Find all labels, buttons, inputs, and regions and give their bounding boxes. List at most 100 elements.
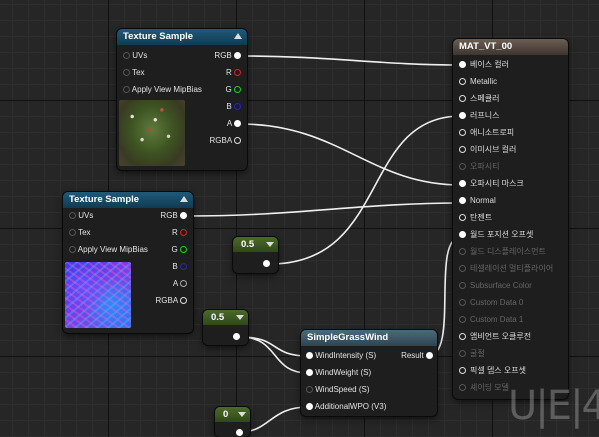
pin-icon[interactable] [180,229,187,237]
pin-mipbias[interactable]: Apply View MipBias [123,83,202,97]
pin-wind-intensity[interactable]: WindIntensity (S) [306,349,376,363]
pin-icon[interactable] [459,95,466,103]
pin-icon[interactable] [306,403,313,411]
collapse-arrow-icon[interactable] [234,33,242,39]
pin-icon[interactable] [426,352,433,360]
pin-icon[interactable] [459,350,466,358]
pin-icon[interactable] [459,78,466,86]
material-pin[interactable]: 월드 포지션 오프셋 [459,227,533,243]
pin-icon[interactable] [459,367,466,375]
pin-uvs[interactable]: UVs [123,49,147,63]
constant-node-3[interactable]: 0 [215,407,250,437]
node-title[interactable]: MAT_VT_00 [453,39,568,55]
pin-icon[interactable] [234,103,241,111]
pin-icon[interactable] [459,146,466,154]
pin-icon[interactable] [69,212,76,220]
pin-icon[interactable] [459,299,466,307]
material-pin[interactable]: 월드 디스플레이스먼트 [459,244,546,260]
pin-icon[interactable] [234,86,241,94]
constant-node-1[interactable]: 0.5 [233,237,278,273]
pin-icon[interactable] [459,384,466,392]
pin-icon[interactable] [123,69,130,77]
material-pin[interactable]: Subsurface Color [459,278,532,294]
pin-icon[interactable] [306,369,313,377]
pin-wind-speed[interactable]: WindSpeed (S) [306,383,369,397]
pin-icon[interactable] [459,248,466,256]
pin-out-a[interactable]: A [173,277,187,291]
pin-icon[interactable] [180,280,187,288]
material-pin[interactable]: 앰비언트 오클루전 [459,329,531,345]
material-pin[interactable]: 스페큘러 [459,91,499,107]
pin-out-rgb[interactable]: RGB [160,209,187,223]
node-title[interactable]: Texture Sample [117,29,247,45]
pin-out-rgba[interactable]: RGBA [156,294,187,308]
pin-mipbias[interactable]: Apply View MipBias [69,243,148,257]
material-pin[interactable]: Metallic [459,74,497,90]
pin-icon[interactable] [306,386,313,394]
pin-icon[interactable] [180,246,187,254]
pin-icon[interactable] [234,52,241,60]
pin-out-g[interactable]: G [172,243,187,257]
node-title[interactable]: Texture Sample [63,192,193,208]
pin-icon[interactable] [234,120,241,128]
node-title[interactable]: SimpleGrassWind [301,330,437,346]
pin-icon[interactable] [180,263,187,271]
pin-out-b[interactable]: B [172,260,187,274]
pin-icon[interactable] [459,61,466,69]
material-result-node[interactable]: MAT_VT_00 베이스 컬러 Metallic 스페큘러 러프니스 애니소트로피 이미… [453,39,568,399]
collapse-arrow-icon[interactable] [266,242,274,247]
material-pin[interactable]: Custom Data 0 [459,295,523,311]
material-pin[interactable]: 오파시티 [459,159,499,175]
pin-icon[interactable] [69,229,76,237]
material-pin[interactable]: 테셀레이션 멀티플라이어 [459,261,553,277]
pin-icon[interactable] [123,52,130,60]
pin-icon[interactable] [69,246,76,254]
material-pin[interactable]: 러프니스 [459,108,499,124]
collapse-arrow-icon[interactable] [238,412,246,417]
pin-icon[interactable] [306,352,313,360]
pin-out-rgba[interactable]: RGBA [210,134,241,148]
pin-icon[interactable] [459,316,466,324]
pin-icon[interactable] [459,163,466,171]
pin-icon[interactable] [459,282,466,290]
pin-icon[interactable] [459,231,466,239]
pin-icon[interactable] [459,214,466,222]
texture-sample-node-2[interactable]: Texture Sample UVs Tex Apply View MipBia… [63,192,193,333]
collapse-arrow-icon[interactable] [180,196,188,202]
material-pin[interactable]: 셰이딩 모델 [459,380,509,396]
constant-node-2[interactable]: 0.5 [203,310,248,345]
material-pin[interactable]: Custom Data 1 [459,312,523,328]
pin-icon[interactable] [459,180,466,188]
pin-tex[interactable]: Tex [69,226,91,240]
texture-sample-node-1[interactable]: Texture Sample UVs Tex Apply View MipBia… [117,29,247,170]
pin-icon[interactable] [459,265,466,273]
pin-tex[interactable]: Tex [123,66,145,80]
material-pin[interactable]: 베이스 컬러 [459,57,509,73]
pin-out-rgb[interactable]: RGB [214,49,241,63]
pin-icon[interactable] [459,129,466,137]
simple-grass-wind-node[interactable]: SimpleGrassWind WindIntensity (S) WindWe… [301,330,437,416]
pin-out-r[interactable]: R [226,66,241,80]
pin-uvs[interactable]: UVs [69,209,93,223]
material-pin[interactable]: 굴절 [459,346,485,362]
pin-icon[interactable] [180,297,187,305]
material-pin[interactable]: 픽셀 뎁스 오프셋 [459,363,526,379]
pin-wind-weight[interactable]: WindWeight (S) [306,366,371,380]
pin-additional-wpo[interactable]: AdditionalWPO (V3) [306,400,386,414]
pin-icon[interactable] [459,197,466,205]
pin-out-b[interactable]: B [226,100,241,114]
material-pin[interactable]: 이미시브 컬러 [459,142,516,158]
material-pin[interactable]: Normal [459,193,496,209]
material-pin[interactable]: 탄젠트 [459,210,492,226]
output-pin-icon[interactable] [233,333,240,340]
output-pin-icon[interactable] [263,260,270,267]
pin-icon[interactable] [180,212,187,220]
pin-out-g[interactable]: G [226,83,241,97]
material-pin[interactable]: 애니소트로피 [459,125,514,141]
pin-out-result[interactable]: Result [401,349,433,363]
pin-out-a[interactable]: A [227,117,241,131]
pin-icon[interactable] [123,86,130,94]
pin-out-r[interactable]: R [172,226,187,240]
collapse-arrow-icon[interactable] [236,315,244,320]
pin-icon[interactable] [234,137,241,145]
